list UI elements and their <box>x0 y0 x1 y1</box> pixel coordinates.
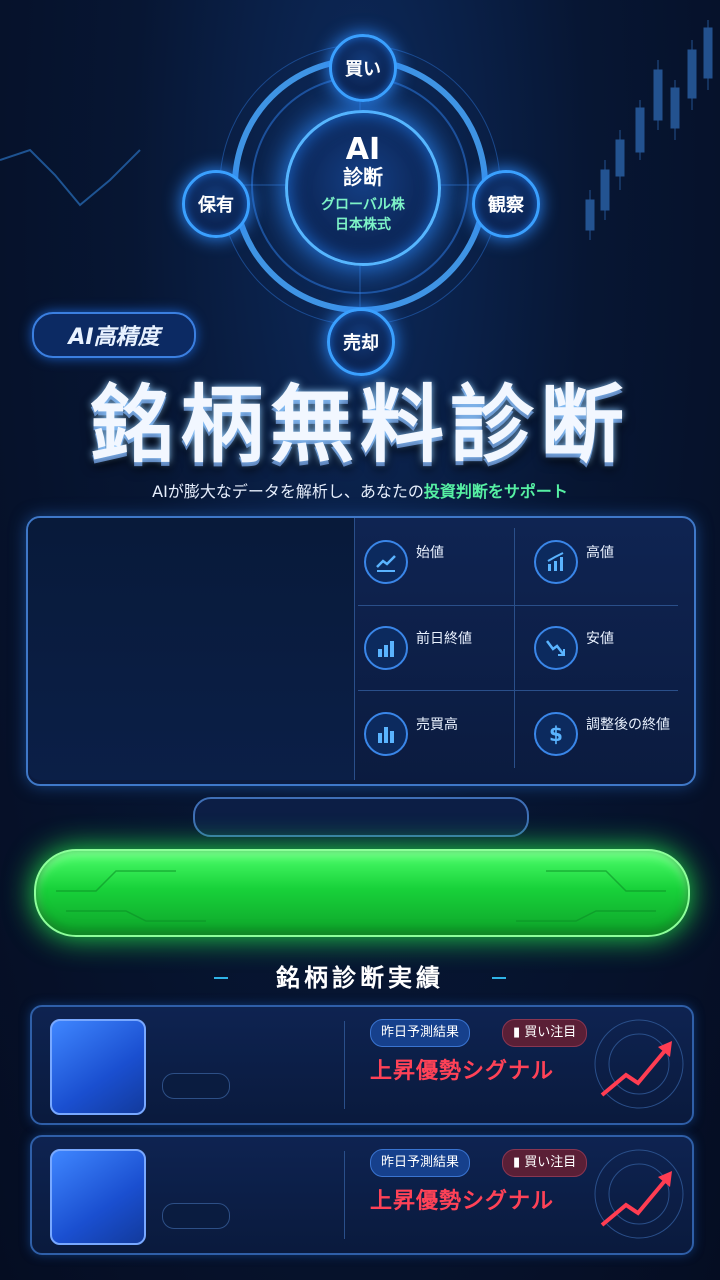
stock-code-field[interactable] <box>193 797 529 837</box>
stock-code-placeholder <box>162 1073 230 1099</box>
card-divider <box>344 1021 345 1109</box>
node-buy[interactable]: 買い <box>329 34 397 102</box>
prediction-tag: 昨日予測結果 <box>370 1149 471 1177</box>
tagline-prefix: AIが膨大なデータを解析し、あなたの <box>152 482 424 501</box>
bar-chart-icon <box>364 626 408 670</box>
info-label: 前日終値 <box>416 631 472 647</box>
info-adjusted-close: $ 調整後の終値 <box>528 690 688 774</box>
node-watch[interactable]: 観察 <box>472 170 540 238</box>
action-tag: ▮ 買い注目 <box>502 1149 588 1177</box>
ai-core: AI 診断 グローバル株 日本株式 <box>285 110 441 266</box>
action-label: 買い注目 <box>524 1155 577 1170</box>
trend-up-icon <box>364 540 408 584</box>
info-label: 安値 <box>586 631 614 647</box>
ai-diagnosis-diagram: AI 診断 グローバル株 日本株式 買い 保有 観察 売却 <box>0 10 720 376</box>
circuit-pattern-decoration <box>56 870 666 922</box>
tagline: AIが膨大なデータを解析し、あなたの投資判断をサポート <box>0 478 720 502</box>
stock-thumbnail <box>50 1149 146 1245</box>
dollar-icon: $ <box>534 712 578 756</box>
stock-info-panel: 始値 高値 前日終値 安値 売買高 $ 調整後の終値 <box>26 516 696 786</box>
info-label: 売買高 <box>416 717 458 733</box>
page-title: 銘柄無料診断 <box>89 376 630 474</box>
accuracy-badge: AI高精度 <box>32 312 196 358</box>
info-label: 始値 <box>416 545 444 561</box>
tagline-highlight: 投資判断をサポート <box>423 482 568 501</box>
info-low-price: 安値 <box>528 604 688 688</box>
market-japan: 日本株式 <box>335 217 391 233</box>
trend-down-icon <box>534 626 578 670</box>
results-section-title: 銘柄診断実績 <box>276 964 444 992</box>
result-card[interactable]: 昨日予測結果 ▮ 買い注目 上昇優勢シグナル <box>30 1005 694 1125</box>
diagnose-button[interactable] <box>34 849 690 937</box>
market-global: グローバル株 <box>321 197 405 213</box>
stock-code-placeholder <box>162 1203 230 1229</box>
stock-input-area[interactable] <box>28 518 355 780</box>
core-subtitle: 診断 <box>343 165 383 189</box>
signal-text: 上昇優勢シグナル <box>370 1189 555 1214</box>
prediction-tag: 昨日予測結果 <box>370 1019 471 1047</box>
info-prev-close: 前日終値 <box>358 604 518 688</box>
uptrend-arrow-icon <box>594 1019 684 1109</box>
info-label: 調整後の終値 <box>586 717 670 733</box>
info-volume: 売買高 <box>358 690 518 774</box>
card-divider <box>344 1151 345 1239</box>
action-tag: ▮ 買い注目 <box>502 1019 588 1047</box>
uptrend-arrow-icon <box>594 1149 684 1239</box>
info-open-price: 始値 <box>358 518 518 602</box>
result-card[interactable]: 昨日予測結果 ▮ 買い注目 上昇優勢シグナル <box>30 1135 694 1255</box>
action-label: 買い注目 <box>524 1025 577 1040</box>
info-label: 高値 <box>586 545 614 561</box>
bar-rise-icon <box>534 540 578 584</box>
signal-text: 上昇優勢シグナル <box>370 1059 555 1084</box>
volume-icon <box>364 712 408 756</box>
node-hold[interactable]: 保有 <box>182 170 250 238</box>
core-title: AI <box>345 132 381 167</box>
info-high-price: 高値 <box>528 518 688 602</box>
stock-thumbnail <box>50 1019 146 1115</box>
